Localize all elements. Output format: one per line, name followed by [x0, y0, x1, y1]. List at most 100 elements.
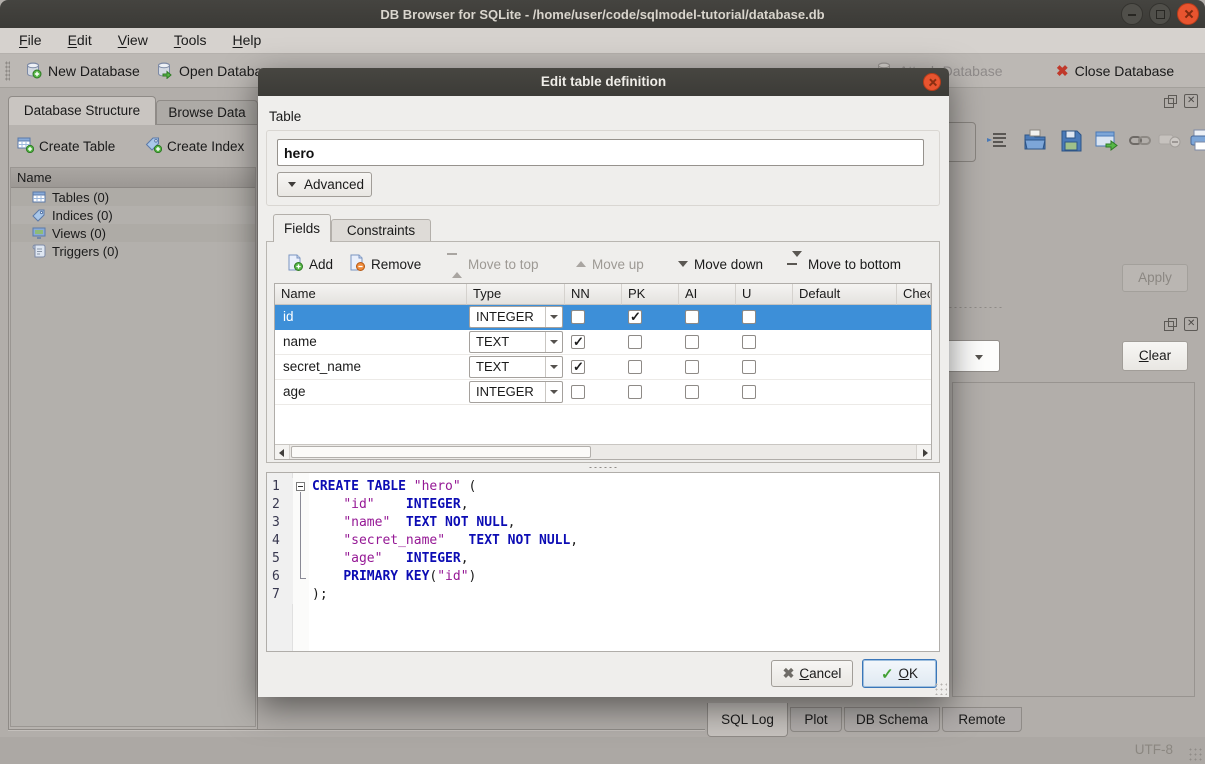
dock-float-icon[interactable]	[1163, 317, 1177, 331]
grid-column-default[interactable]: Default	[793, 284, 897, 305]
fields-grid-hscrollbar[interactable]	[275, 444, 931, 459]
new-database-label: New Database	[48, 63, 140, 79]
ai-checkbox[interactable]	[685, 360, 699, 374]
text-mode-icon[interactable]	[986, 128, 1012, 154]
field-row-secret_name[interactable]: secret_nameTEXT	[275, 355, 931, 380]
ai-checkbox[interactable]	[685, 335, 699, 349]
dock-splitter-handle[interactable]	[948, 306, 1004, 309]
line-number: 2	[267, 496, 293, 514]
type-combobox[interactable]: INTEGER	[469, 306, 563, 328]
toolbar-drag-handle[interactable]	[5, 61, 10, 81]
add-field-button[interactable]: Add	[286, 251, 333, 277]
u-checkbox[interactable]	[742, 335, 756, 349]
fold-marker-icon[interactable]	[293, 478, 309, 496]
nn-checkbox[interactable]	[571, 335, 585, 349]
bottom-tab-remote[interactable]: Remote	[942, 707, 1022, 732]
move-up-button[interactable]: Move up	[576, 251, 644, 277]
type-combobox[interactable]: TEXT	[469, 331, 563, 353]
maximize-button[interactable]	[1149, 3, 1171, 25]
tree-item-tables[interactable]: Tables (0)	[11, 188, 255, 206]
close-database-button[interactable]: ✖ Close Database	[1056, 57, 1174, 85]
apply-button[interactable]: Apply	[1122, 264, 1188, 292]
field-row-id[interactable]: idINTEGER	[275, 305, 931, 330]
menu-help[interactable]: Help	[220, 28, 275, 53]
cancel-button[interactable]: ✖ Cancel	[771, 660, 853, 687]
menu-edit[interactable]: Edit	[55, 28, 105, 53]
grid-column-nn[interactable]: NN	[565, 284, 622, 305]
u-checkbox[interactable]	[742, 360, 756, 374]
import-icon[interactable]	[1022, 128, 1048, 154]
type-combobox[interactable]: INTEGER	[469, 381, 563, 403]
tree-item-indices[interactable]: Indices (0)	[11, 206, 255, 224]
remove-field-button[interactable]: Remove	[348, 251, 421, 277]
pk-checkbox[interactable]	[628, 385, 642, 399]
execute-icon[interactable]	[1094, 128, 1120, 154]
u-checkbox[interactable]	[742, 385, 756, 399]
create-index-button[interactable]: Create Index	[145, 134, 244, 158]
move-to-top-button[interactable]: Move to top	[452, 251, 539, 277]
type-combobox[interactable]: TEXT	[469, 356, 563, 378]
dialog-tab-fields[interactable]: Fields	[273, 214, 331, 242]
dialog-splitter-handle[interactable]	[588, 466, 618, 469]
dialog-close-button[interactable]	[923, 73, 941, 91]
grid-column-u[interactable]: U	[736, 284, 793, 305]
pk-checkbox[interactable]	[628, 335, 642, 349]
scroll-right-icon[interactable]	[916, 445, 931, 459]
clear-button[interactable]: Clear	[1122, 341, 1188, 371]
pk-checkbox[interactable]	[628, 360, 642, 374]
scroll-left-icon[interactable]	[275, 445, 290, 459]
grid-column-check[interactable]: Check	[897, 284, 931, 305]
dock-close-icon[interactable]	[1184, 94, 1198, 108]
tab-database-structure[interactable]: Database Structure	[8, 96, 156, 125]
ok-label: OK	[899, 666, 919, 681]
grid-column-type[interactable]: Type	[467, 284, 565, 305]
dialog-resize-grip[interactable]	[934, 682, 947, 695]
set-null-icon[interactable]	[1158, 128, 1184, 154]
move-to-bottom-button[interactable]: Move to bottom	[792, 251, 901, 277]
view-icon	[32, 226, 46, 240]
sql-line-1: 1CREATE TABLE "hero" (	[267, 478, 939, 496]
tree-item-views[interactable]: Views (0)	[11, 224, 255, 242]
menu-view[interactable]: View	[105, 28, 161, 53]
nn-checkbox[interactable]	[571, 360, 585, 374]
ai-checkbox[interactable]	[685, 310, 699, 324]
table-name-input[interactable]	[277, 139, 924, 166]
nn-checkbox[interactable]	[571, 310, 585, 324]
bottom-tab-sql-log[interactable]: SQL Log	[707, 703, 788, 737]
field-row-name[interactable]: nameTEXT	[275, 330, 931, 355]
pk-checkbox[interactable]	[628, 310, 642, 324]
sql-line-6: 6 PRIMARY KEY("id")	[267, 568, 939, 586]
tree-item-triggers[interactable]: Triggers (0)	[11, 242, 255, 260]
grid-column-ai[interactable]: AI	[679, 284, 736, 305]
advanced-button[interactable]: Advanced	[277, 172, 372, 197]
move-down-button[interactable]: Move down	[678, 251, 763, 277]
window-resize-grip[interactable]	[1188, 747, 1202, 761]
menu-tools[interactable]: Tools	[161, 28, 220, 53]
ok-button[interactable]: ✓ OK	[862, 659, 937, 688]
export-icon[interactable]	[1058, 128, 1084, 154]
print-icon[interactable]	[1188, 128, 1205, 154]
tab-browse-data[interactable]: Browse Data	[156, 100, 258, 125]
move-to-top-label: Move to top	[468, 257, 539, 272]
ai-checkbox[interactable]	[685, 385, 699, 399]
field-row-age[interactable]: ageINTEGER	[275, 380, 931, 405]
bottom-tab-db-schema[interactable]: DB Schema	[844, 707, 940, 732]
u-checkbox[interactable]	[742, 310, 756, 324]
tree-header-name[interactable]: Name	[11, 168, 255, 188]
dialog-tab-constraints[interactable]: Constraints	[331, 219, 431, 242]
edit-cell-dock-buttons	[1163, 94, 1198, 108]
sql-line-7: 7);	[267, 586, 939, 604]
link-icon[interactable]	[1128, 128, 1154, 154]
new-database-button[interactable]: New Database	[24, 57, 140, 85]
menu-file[interactable]: File	[6, 28, 55, 53]
scrollbar-thumb[interactable]	[291, 446, 591, 458]
close-button[interactable]	[1177, 3, 1199, 25]
grid-column-pk[interactable]: PK	[622, 284, 679, 305]
minimize-button[interactable]	[1121, 3, 1143, 25]
grid-column-name[interactable]: Name	[275, 284, 467, 305]
dock-close-icon[interactable]	[1184, 317, 1198, 331]
dock-float-icon[interactable]	[1163, 94, 1177, 108]
nn-checkbox[interactable]	[571, 385, 585, 399]
bottom-tab-plot[interactable]: Plot	[790, 707, 842, 732]
create-table-button[interactable]: Create Table	[17, 134, 115, 158]
